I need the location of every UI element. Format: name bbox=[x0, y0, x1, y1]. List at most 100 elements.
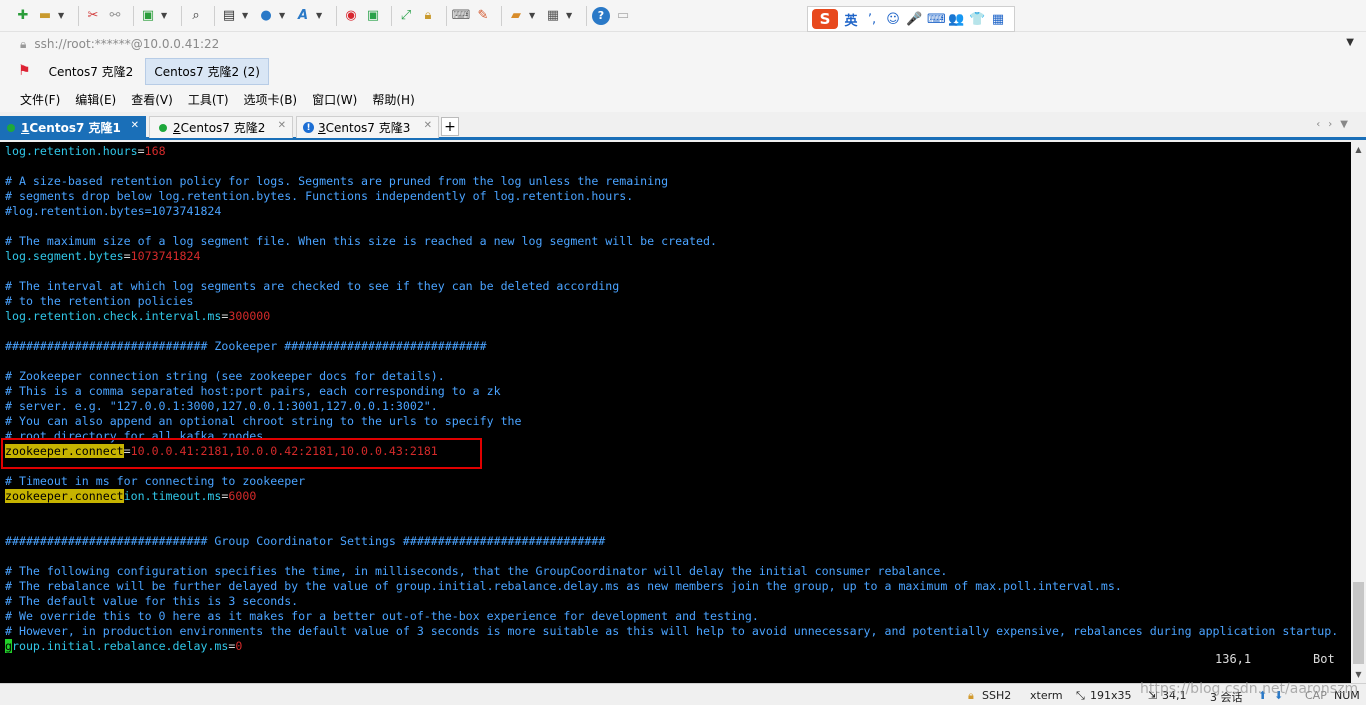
reconnect-icon[interactable]: ⚯ bbox=[106, 7, 124, 25]
equals-sign: = bbox=[123, 249, 131, 263]
ime-skin-icon[interactable]: 👕 bbox=[969, 12, 985, 27]
terminal-line: # The maximum size of a log segment file… bbox=[5, 234, 1351, 249]
menu-tools[interactable]: 工具(T) bbox=[188, 91, 229, 108]
xftp-icon[interactable]: ▣ bbox=[364, 7, 382, 25]
session-link-1[interactable]: Centos7 克隆2 bbox=[41, 59, 142, 84]
sogou-logo-icon[interactable]: S bbox=[812, 9, 838, 29]
tab-number: 1 bbox=[21, 120, 30, 135]
comment-text: # A size-based retention policy for logs… bbox=[5, 174, 669, 188]
font-icon[interactable]: A bbox=[294, 7, 312, 25]
terminal-scrollbar[interactable]: ▲ ▼ bbox=[1351, 142, 1366, 683]
help-icon[interactable]: ? bbox=[592, 6, 610, 25]
comment-text: # segments drop below log.retention.byte… bbox=[5, 189, 634, 203]
chevron-down-icon[interactable]: ▼ bbox=[566, 11, 575, 20]
session-link-2[interactable]: Centos7 克隆2 (2) bbox=[145, 57, 269, 85]
disconnect-icon[interactable]: ✂ bbox=[84, 7, 102, 25]
highlight-icon[interactable]: ✎ bbox=[474, 7, 492, 25]
connected-status-icon bbox=[7, 123, 15, 132]
close-icon[interactable]: ✕ bbox=[424, 120, 432, 131]
menu-file[interactable]: 文件(F) bbox=[20, 91, 60, 108]
terminal-line: log.retention.hours=168 bbox=[5, 144, 1351, 159]
ime-toolbox-icon[interactable]: ▦ bbox=[990, 12, 1006, 27]
close-icon[interactable]: ✕ bbox=[131, 120, 139, 131]
tab-label: Centos7 克隆2 bbox=[180, 121, 266, 135]
chevron-down-icon[interactable]: ▼ bbox=[279, 11, 288, 20]
properties-icon[interactable]: ▣ bbox=[139, 7, 157, 25]
compose-icon[interactable]: ▰ bbox=[507, 7, 525, 25]
tab-label: Centos7 克隆1 bbox=[29, 121, 121, 135]
terminal-output[interactable]: log.retention.hours=168 # A size-based re… bbox=[0, 142, 1351, 683]
chevron-down-icon[interactable]: ▼ bbox=[1346, 37, 1354, 48]
menu-window[interactable]: 窗口(W) bbox=[312, 91, 357, 108]
config-key: log.segment.bytes bbox=[5, 249, 124, 263]
fullscreen-icon[interactable]: ⤢ bbox=[397, 7, 415, 25]
warning-icon: ! bbox=[303, 122, 314, 133]
lock-icon: 🔒︎ bbox=[968, 689, 974, 702]
terminal-line: group.initial.rebalance.delay.ms=0 bbox=[5, 639, 1351, 654]
equals-sign: = bbox=[137, 144, 145, 158]
toolbar-divider bbox=[214, 5, 215, 26]
terminal-line: # to the retention policies bbox=[5, 294, 1351, 309]
chevron-down-icon[interactable]: ▼ bbox=[58, 11, 67, 20]
tab-session-2[interactable]: 2 Centos7 克隆2 ✕ bbox=[149, 116, 293, 138]
comment-text: # You can also append an optional chroot… bbox=[5, 414, 522, 428]
open-folder-icon[interactable]: ▬ bbox=[36, 7, 54, 25]
vim-scroll-indicator: Bot bbox=[1313, 652, 1335, 666]
ime-keyboard-icon[interactable]: ⌨ bbox=[927, 12, 946, 27]
terminal-line: # The following configuration specifies … bbox=[5, 564, 1351, 579]
session-bar: ⚑ Centos7 克隆2 Centos7 克隆2 (2) bbox=[0, 56, 1366, 86]
comment-text: # We override this to 0 here as it makes… bbox=[5, 609, 759, 623]
comment-text: # The maximum size of a log segment file… bbox=[5, 234, 717, 248]
keyboard-icon[interactable]: ⌨ bbox=[452, 7, 471, 25]
chevron-down-icon[interactable]: ▼ bbox=[242, 11, 251, 20]
menu-edit[interactable]: 编辑(E) bbox=[75, 91, 116, 108]
new-session-icon[interactable]: ✚ bbox=[14, 7, 32, 25]
menu-view[interactable]: 查看(V) bbox=[131, 91, 173, 108]
toolbar-divider bbox=[391, 5, 392, 26]
connected-status-icon bbox=[159, 123, 167, 132]
comment-text: #log.retention.bytes=1073741824 bbox=[5, 204, 222, 218]
tab-session-1[interactable]: 1 Centos7 克隆1 ✕ bbox=[0, 116, 146, 138]
chevron-down-icon[interactable]: ▼ bbox=[316, 11, 325, 20]
tile-icon[interactable]: ▦ bbox=[544, 7, 562, 25]
tab-label: Centos7 克隆3 bbox=[325, 121, 411, 135]
xshell-icon[interactable]: ◉ bbox=[342, 7, 360, 25]
chat-icon[interactable]: ▭ bbox=[614, 7, 632, 25]
layout-icon[interactable]: ▤ bbox=[220, 7, 238, 25]
terminal-line: ############################# Zookeeper … bbox=[5, 339, 1351, 354]
globe-icon[interactable]: ● bbox=[257, 7, 275, 25]
scroll-up-icon[interactable]: ▲ bbox=[1351, 142, 1366, 158]
chevron-down-icon[interactable]: ▼ bbox=[529, 11, 538, 20]
ime-punct-icon[interactable]: ʼ, bbox=[864, 12, 880, 27]
config-key: log.retention.hours bbox=[5, 144, 138, 158]
scrollbar-thumb[interactable] bbox=[1353, 582, 1364, 664]
menu-tabs[interactable]: 选项卡(B) bbox=[244, 91, 298, 108]
lock-icon[interactable]: 🔒︎ bbox=[419, 7, 437, 25]
address-bar[interactable]: 🔒︎ ssh://root:******@10.0.0.41:22 ▼ bbox=[0, 32, 1366, 56]
address-url[interactable]: ssh://root:******@10.0.0.41:22 bbox=[34, 37, 219, 51]
lock-icon: 🔒︎ bbox=[20, 36, 27, 51]
comment-text: # This is a comma separated host:port pa… bbox=[5, 384, 501, 398]
chevron-down-icon[interactable]: ▼ bbox=[161, 11, 170, 20]
add-tab-button[interactable]: + bbox=[441, 117, 459, 136]
tab-navigation[interactable]: ‹›▼ bbox=[1316, 119, 1356, 130]
tab-session-3[interactable]: ! 3 Centos7 克隆3 ✕ bbox=[296, 116, 439, 138]
ime-voice-icon[interactable]: 🎤 bbox=[906, 12, 922, 27]
comment-text: # The following configuration specifies … bbox=[5, 564, 948, 578]
close-icon[interactable]: ✕ bbox=[278, 120, 286, 131]
config-value: 1073741824 bbox=[130, 249, 201, 263]
config-value: 6000 bbox=[228, 489, 257, 503]
ime-user-icon[interactable]: 👥 bbox=[948, 12, 964, 27]
menu-help[interactable]: 帮助(H) bbox=[372, 91, 414, 108]
search-icon[interactable]: ⌕ bbox=[187, 7, 205, 25]
tab-number: 3 bbox=[318, 120, 326, 135]
resize-icon: ⤡ bbox=[1076, 689, 1085, 702]
ime-emoji-icon[interactable]: ☺ bbox=[885, 12, 901, 27]
toolbar-divider bbox=[181, 5, 182, 26]
ime-lang-toggle[interactable]: 英 bbox=[843, 10, 859, 29]
comment-text: # The default value for this is 3 second… bbox=[5, 594, 299, 608]
